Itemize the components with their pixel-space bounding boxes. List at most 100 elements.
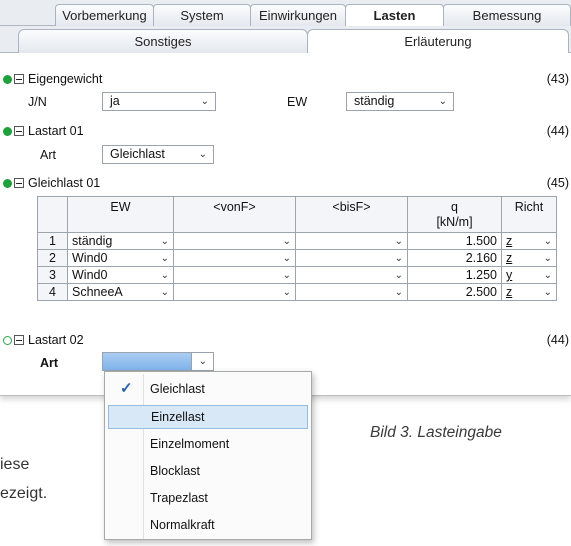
menu-item-blocklast[interactable]: Blocklast xyxy=(108,459,308,483)
chevron-down-icon: ⌄ xyxy=(160,253,169,264)
lasten-window: Vorbemerkung System Einwirkungen Lasten … xyxy=(0,0,571,396)
check-icon: ✓ xyxy=(120,380,133,397)
menu-item-label: Gleichlast xyxy=(150,382,205,396)
collapse-icon[interactable] xyxy=(14,335,24,345)
ew-cell[interactable]: ständig ⌄ xyxy=(67,232,174,250)
section-title: Lastart 01 xyxy=(28,124,84,138)
tab-sonstiges[interactable]: Sonstiges xyxy=(18,29,308,53)
label-art: Art xyxy=(40,148,56,162)
col-header-richt: Richt xyxy=(501,196,557,233)
label-art2: Art xyxy=(40,356,59,370)
menu-item-normalkraft[interactable]: Normalkraft xyxy=(108,513,308,537)
jn-value: ja xyxy=(110,94,120,108)
chevron-down-icon: ⌄ xyxy=(543,253,552,264)
richt-value: z xyxy=(506,234,513,248)
chevron-down-icon: ⌄ xyxy=(438,96,447,107)
collapse-icon[interactable] xyxy=(14,178,24,188)
richt-cell[interactable]: z ⌄ xyxy=(501,249,557,267)
richt-value: z xyxy=(506,251,513,265)
tab-lasten[interactable]: Lasten xyxy=(345,4,444,27)
tab-bemessung[interactable]: Bemessung xyxy=(443,4,571,26)
richt-cell[interactable]: y ⌄ xyxy=(501,266,557,284)
richt-cell[interactable]: z ⌄ xyxy=(501,232,557,250)
menu-item-label: Normalkraft xyxy=(150,518,215,532)
ew-select[interactable]: ständig ⌄ xyxy=(346,92,454,111)
tab-row-main: Vorbemerkung System Einwirkungen Lasten … xyxy=(0,0,571,27)
ew-cell-value: ständig xyxy=(72,234,113,248)
body-text-fragment-2: ezeigt. xyxy=(0,485,48,502)
art-select[interactable]: Gleichlast ⌄ xyxy=(102,145,214,164)
bisf-cell[interactable]: ⌄ xyxy=(295,266,408,284)
tab-vorbemerkung[interactable]: Vorbemerkung xyxy=(55,4,154,26)
vonf-cell[interactable]: ⌄ xyxy=(173,249,296,267)
menu-item-label: Trapezlast xyxy=(150,491,208,505)
load-table: EW <vonF> <bisF> q [kN/m] Richt 1 ständi… xyxy=(37,196,557,301)
section-number: (45) xyxy=(546,176,569,190)
ew-cell[interactable]: Wind0 ⌄ xyxy=(67,249,174,267)
label-jn: J/N xyxy=(28,95,47,109)
collapse-icon[interactable] xyxy=(14,74,24,84)
collapse-icon[interactable] xyxy=(14,126,24,136)
col-header-vonf: <vonF> xyxy=(173,196,296,233)
vonf-cell[interactable]: ⌄ xyxy=(173,283,296,301)
chevron-down-icon: ⌄ xyxy=(543,287,552,298)
tab-system[interactable]: System xyxy=(153,4,251,26)
bisf-cell[interactable]: ⌄ xyxy=(295,249,408,267)
section-number: (44) xyxy=(546,333,569,347)
table-row: 4 SchneeA ⌄ ⌄ ⌄ 2.500 z ⌄ xyxy=(37,283,557,301)
menu-item-label: Blocklast xyxy=(150,464,201,478)
table-row: 2 Wind0 ⌄ ⌄ ⌄ 2.160 z ⌄ xyxy=(37,249,557,267)
ew-cell-value: Wind0 xyxy=(72,268,108,282)
chevron-down-icon: ⌄ xyxy=(160,287,169,298)
ew-cell[interactable]: SchneeA ⌄ xyxy=(67,283,174,301)
figure-caption: Bild 3. Lasteingabe xyxy=(370,424,502,441)
q-cell[interactable]: 2.500 xyxy=(407,283,502,301)
art-value: Gleichlast xyxy=(110,147,165,161)
chevron-down-icon: ⌄ xyxy=(282,287,291,298)
table-row: 3 Wind0 ⌄ ⌄ ⌄ 1.250 y ⌄ xyxy=(37,266,557,284)
vonf-cell[interactable]: ⌄ xyxy=(173,266,296,284)
table-header-row: EW <vonF> <bisF> q [kN/m] Richt xyxy=(37,196,557,233)
status-dot-icon xyxy=(3,75,12,84)
section-title: Lastart 02 xyxy=(28,333,84,347)
col-header-q: q [kN/m] xyxy=(407,196,502,233)
chevron-down-icon: ⌄ xyxy=(160,270,169,281)
ew-value: ständig xyxy=(354,94,395,108)
ew-cell-value: SchneeA xyxy=(72,285,123,299)
label-ew: EW xyxy=(287,95,308,109)
tab-row-sub: Sonstiges Erläuterung xyxy=(0,26,571,53)
chevron-down-icon: ⌄ xyxy=(394,236,403,247)
ew-cell[interactable]: Wind0 ⌄ xyxy=(67,266,174,284)
richt-cell[interactable]: z ⌄ xyxy=(501,283,557,301)
jn-select[interactable]: ja ⌄ xyxy=(102,92,216,111)
menu-item-einzelmoment[interactable]: Einzelmoment xyxy=(108,432,308,456)
q-cell[interactable]: 1.500 xyxy=(407,232,502,250)
bisf-cell[interactable]: ⌄ xyxy=(295,232,408,250)
chevron-down-icon: ⌄ xyxy=(282,236,291,247)
menu-item-label: Einzelmoment xyxy=(150,437,230,451)
chevron-down-icon: ⌄ xyxy=(198,149,207,160)
richt-value: y xyxy=(506,268,513,282)
section-lastart01: Lastart 01 (44) xyxy=(0,123,571,141)
chevron-down-icon: ⌄ xyxy=(394,287,403,298)
col-header-ew: EW xyxy=(67,196,174,233)
chevron-down-icon: ⌄ xyxy=(543,270,552,281)
menu-item-trapezlast[interactable]: Trapezlast xyxy=(108,486,308,510)
art2-select[interactable]: ⌄ xyxy=(102,352,214,371)
row-number: 4 xyxy=(37,283,68,301)
bisf-cell[interactable]: ⌄ xyxy=(295,283,408,301)
tab-erlaeuterung[interactable]: Erläuterung xyxy=(307,29,569,53)
q-cell[interactable]: 1.250 xyxy=(407,266,502,284)
table-corner xyxy=(37,196,68,233)
menu-item-gleichlast[interactable]: ✓ Gleichlast xyxy=(108,377,308,401)
section-lastart02: Lastart 02 (44) xyxy=(0,332,571,350)
q-cell[interactable]: 2.160 xyxy=(407,249,502,267)
vonf-cell[interactable]: ⌄ xyxy=(173,232,296,250)
menu-item-einzellast[interactable]: Einzellast xyxy=(108,405,308,429)
chevron-down-icon: ⌄ xyxy=(543,236,552,247)
body-text-fragment-1: iese xyxy=(0,456,30,473)
tab-einwirkungen[interactable]: Einwirkungen xyxy=(250,4,346,26)
chevron-down-icon: ⌄ xyxy=(198,356,207,367)
menu-item-label: Einzellast xyxy=(151,410,205,424)
section-eigengewicht: Eigengewicht (43) xyxy=(0,71,571,89)
